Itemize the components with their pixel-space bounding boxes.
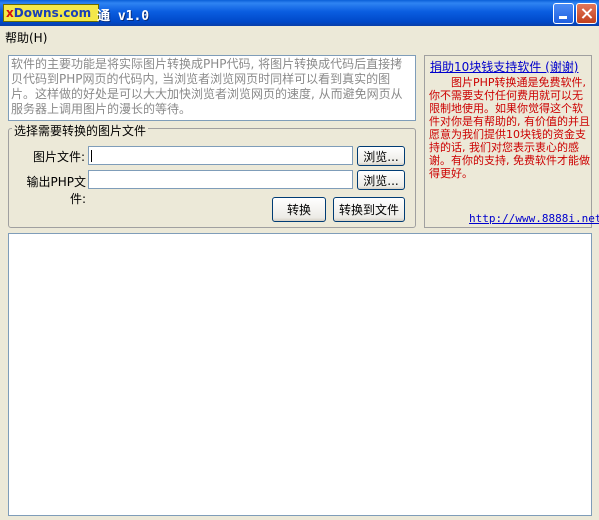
window-title: 通 v1.0 xyxy=(97,9,150,24)
group-legend: 选择需要转换的图片文件 xyxy=(12,122,149,139)
xdowns-logo: x Downs .com xyxy=(3,4,99,22)
donation-panel: 捐助10块钱支持软件 (谢谢) 图片PHP转换通是免费软件, 你不需要支付任何费… xyxy=(424,55,599,228)
browse-output-button[interactable]: 浏览... xyxy=(357,170,405,190)
logo-domain: .com xyxy=(58,6,92,20)
image-file-label: 图片文件: xyxy=(32,150,85,164)
title-bar[interactable]: x Downs .com 通 v1.0 xyxy=(0,0,599,26)
close-button[interactable] xyxy=(576,3,597,24)
output-file-input[interactable] xyxy=(88,170,353,189)
menu-help[interactable]: 帮助(H) xyxy=(5,29,47,46)
minimize-icon xyxy=(559,16,567,19)
website-link[interactable]: http://www.8888i.net xyxy=(469,212,599,225)
description-box[interactable]: 软件的主要功能是将实际图片转换成PHP代码, 将图片转换成代码后直接拷贝代码到P… xyxy=(8,55,416,121)
image-file-input[interactable] xyxy=(88,146,353,165)
logo-text: Downs xyxy=(13,6,59,20)
convert-button[interactable]: 转换 xyxy=(272,197,326,222)
menu-bar: 帮助(H) xyxy=(0,26,599,46)
convert-to-file-button[interactable]: 转换到文件 xyxy=(333,197,405,222)
browse-image-button[interactable]: 浏览... xyxy=(357,146,405,166)
logo-x: x xyxy=(6,6,14,20)
text-caret xyxy=(91,150,92,162)
donate-text: 图片PHP转换通是免费软件, 你不需要支付任何费用就可以无限制地使用。如果你觉得… xyxy=(429,76,590,180)
output-textarea[interactable] xyxy=(8,233,592,516)
minimize-button[interactable] xyxy=(553,3,574,24)
output-file-label: 输出PHP文件: xyxy=(26,175,87,206)
donate-link[interactable]: 捐助10块钱支持软件 (谢谢) xyxy=(430,58,578,75)
